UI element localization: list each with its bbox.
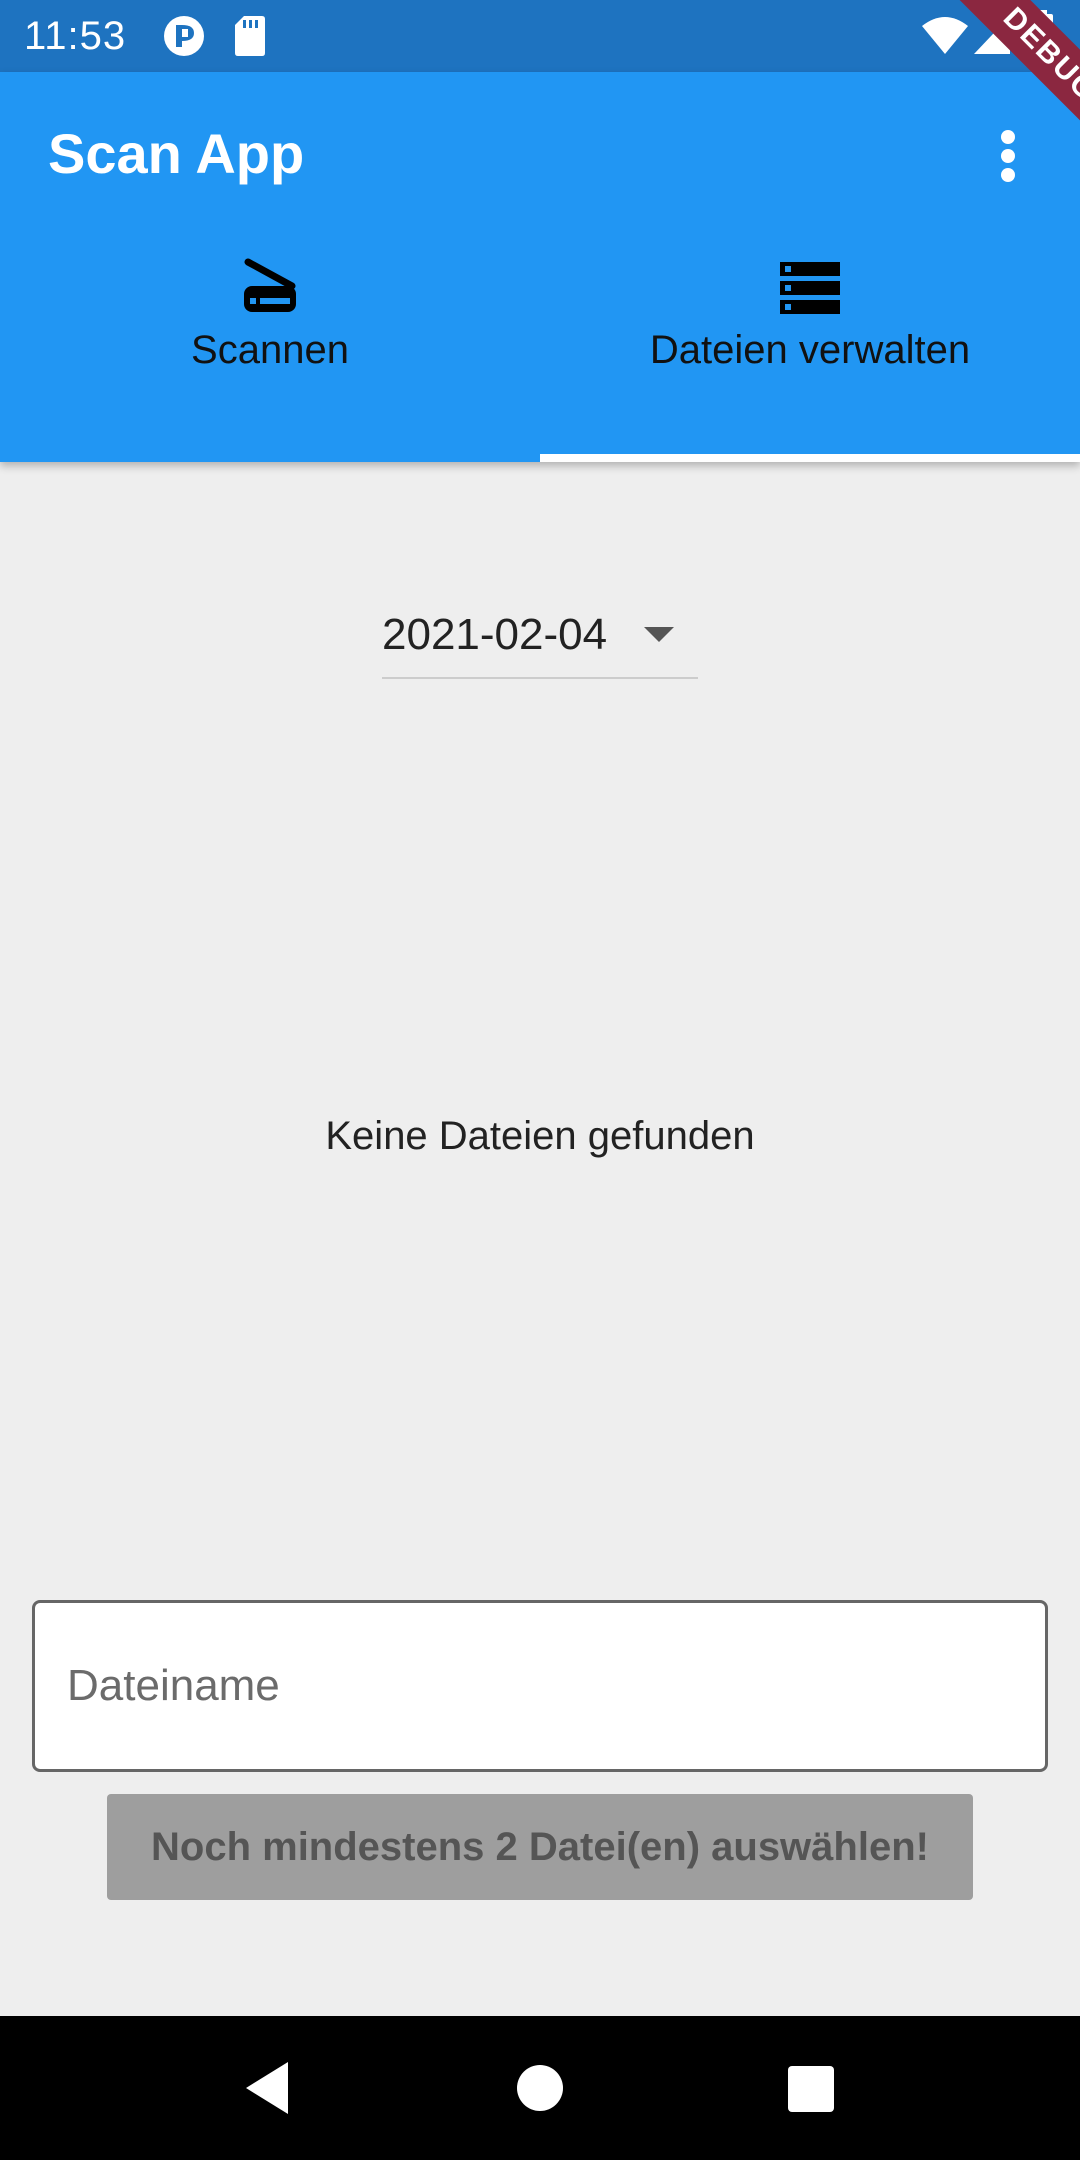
merge-files-button[interactable]: Noch mindestens 2 Datei(en) auswählen! — [107, 1794, 973, 1900]
app-notification-icon — [162, 14, 206, 63]
scanner-icon — [238, 256, 302, 320]
date-dropdown[interactable]: 2021-02-04 — [382, 595, 698, 679]
wifi-icon — [920, 14, 970, 61]
date-value: 2021-02-04 — [382, 610, 608, 659]
status-bar: 11:53 — [0, 0, 1080, 72]
tab-indicator — [540, 454, 1080, 462]
filename-input[interactable] — [32, 1600, 1048, 1772]
back-icon[interactable] — [228, 2048, 308, 2128]
storage-icon — [778, 256, 842, 320]
tab-dateien-verwalten[interactable]: Dateien verwalten — [540, 256, 1080, 462]
tab-label: Scannen — [191, 328, 349, 372]
app-title: Scan App — [48, 122, 305, 185]
empty-state-text: Keine Dateien gefunden — [325, 1114, 755, 1158]
navigation-bar — [0, 2016, 1080, 2160]
more-vert-icon[interactable] — [984, 124, 1032, 188]
home-icon[interactable] — [500, 2048, 580, 2128]
status-time: 11:53 — [24, 14, 127, 58]
tab-label: Dateien verwalten — [649, 328, 971, 372]
app-bar: Scan App Scannen Dateien verwalten — [0, 72, 1080, 462]
tab-scannen[interactable]: Scannen — [0, 256, 540, 462]
arrow-drop-down-icon — [644, 627, 674, 642]
screen: 11:53 Scan App Scannen Dateien verwalten… — [0, 0, 1080, 2160]
sd-card-icon — [234, 14, 266, 63]
recents-icon[interactable] — [770, 2048, 850, 2128]
